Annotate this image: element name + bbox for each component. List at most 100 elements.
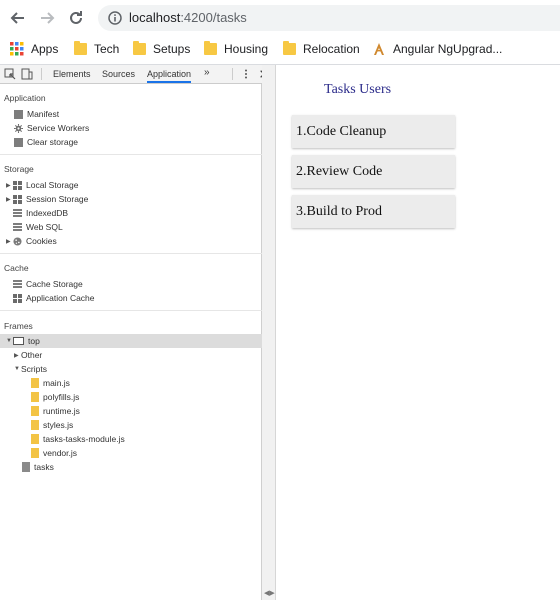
script-file-item[interactable]: styles.js: [31, 419, 73, 431]
sidebar-item-label: Scripts: [21, 364, 47, 374]
script-file-item[interactable]: main.js: [31, 377, 70, 389]
more-tabs-button[interactable]: »: [204, 67, 210, 78]
database-icon: [13, 208, 22, 218]
sidebar-item-cache-storage[interactable]: Cache Storage: [13, 278, 83, 290]
collapse-arrow-icon[interactable]: ▼: [14, 366, 21, 372]
section-divider: [0, 310, 262, 311]
info-icon[interactable]: [108, 11, 122, 25]
back-button[interactable]: [7, 7, 29, 29]
section-frames: Frames: [4, 321, 33, 331]
resize-arrows-icon: ◀▶: [264, 590, 275, 597]
sidebar-item-label: Cache Storage: [26, 279, 83, 289]
sidebar-item-other[interactable]: ▶ Other: [14, 349, 42, 361]
script-file-label: main.js: [43, 378, 70, 388]
gear-icon: [14, 123, 23, 133]
script-file-label: styles.js: [43, 420, 74, 430]
script-file-item[interactable]: runtime.js: [31, 405, 80, 417]
url-text: localhost:4200/tasks: [129, 10, 247, 25]
devtools-resize-gutter[interactable]: ◀▶: [262, 65, 276, 600]
table-grid-icon: [13, 194, 22, 204]
table-grid-icon: [13, 180, 22, 190]
document-icon: [14, 109, 23, 119]
folder-icon: [133, 41, 146, 55]
sidebar-item-label: Service Workers: [27, 123, 90, 133]
section-storage: Storage: [4, 164, 34, 174]
sidebar-item-label: tasks: [34, 462, 54, 472]
inspect-element-icon[interactable]: [4, 68, 16, 80]
tab-elements[interactable]: Elements: [53, 69, 91, 79]
frame-icon: [13, 337, 24, 345]
page-viewport: Tasks Users 1.Code Cleanup 2.Review Code…: [277, 65, 560, 600]
arrow-right-icon: [41, 12, 55, 24]
url-path: :4200/tasks: [180, 10, 247, 25]
task-card[interactable]: 3.Build to Prod: [292, 195, 455, 228]
expand-arrow-icon[interactable]: ▶: [6, 182, 13, 189]
sidebar-item-scripts[interactable]: ▼ Scripts: [14, 363, 47, 375]
sidebar-item-label: Application Cache: [26, 293, 95, 303]
expand-arrow-icon[interactable]: ▶: [14, 352, 21, 359]
file-icon: [31, 378, 39, 388]
tabbar-divider: [41, 68, 42, 80]
reload-button[interactable]: [65, 7, 87, 29]
devtools-tabbar: Elements Sources Application »: [0, 65, 268, 84]
sidebar-item-tasks-page[interactable]: tasks: [22, 461, 54, 473]
browser-toolbar: localhost:4200/tasks: [0, 0, 560, 36]
script-file-item[interactable]: tasks-tasks-module.js: [31, 433, 125, 445]
sidebar-item-top-frame[interactable]: ▼ top: [6, 335, 40, 347]
bookmark-relocation[interactable]: Relocation: [283, 40, 360, 58]
sidebar-item-label: IndexedDB: [26, 208, 69, 218]
trash-icon: [14, 137, 23, 147]
arrow-left-icon: [10, 12, 24, 24]
angular-page-icon: [374, 43, 384, 55]
sidebar-item-local-storage[interactable]: ▶ Local Storage: [6, 179, 78, 191]
sidebar-item-label: Local Storage: [26, 180, 79, 190]
bookmark-tech[interactable]: Tech: [74, 40, 119, 58]
file-icon: [31, 448, 39, 458]
task-card[interactable]: 1.Code Cleanup: [292, 115, 455, 148]
bookmarks-bar: Apps Tech Setups Housing Relocation Angu…: [0, 36, 560, 62]
expand-arrow-icon[interactable]: ▶: [6, 196, 13, 203]
device-toolbar-icon[interactable]: [21, 68, 33, 80]
tabbar-divider: [232, 68, 233, 80]
bookmark-angular[interactable]: Angular NgUpgrad...: [372, 40, 502, 58]
sidebar-item-label: Clear storage: [27, 137, 79, 147]
sidebar-item-indexeddb[interactable]: IndexedDB: [13, 207, 68, 219]
bookmark-setups[interactable]: Setups: [133, 40, 190, 58]
apps-grid-icon: [10, 42, 24, 56]
devtools-panel: Elements Sources Application » Applicati…: [0, 65, 268, 600]
task-card[interactable]: 2.Review Code: [292, 155, 455, 188]
script-file-item[interactable]: vendor.js: [31, 447, 77, 459]
section-cache: Cache: [4, 263, 29, 273]
table-grid-icon: [13, 293, 22, 303]
bookmark-label: Apps: [31, 42, 59, 56]
bookmark-label: Relocation: [303, 42, 360, 56]
bookmark-housing[interactable]: Housing: [204, 40, 268, 58]
sidebar-item-service-workers[interactable]: Service Workers: [14, 122, 89, 134]
bookmark-label: Housing: [224, 42, 269, 56]
tab-application[interactable]: Application: [147, 69, 192, 83]
tab-sources[interactable]: Sources: [102, 69, 135, 79]
bookmark-label: Angular NgUpgrad...: [393, 42, 503, 56]
script-file-label: vendor.js: [43, 448, 78, 458]
address-bar[interactable]: localhost:4200/tasks: [98, 5, 560, 31]
folder-icon: [204, 41, 217, 55]
bookmark-apps[interactable]: Apps: [10, 40, 58, 58]
document-icon: [22, 462, 30, 472]
sidebar-item-web-sql[interactable]: Web SQL: [13, 221, 63, 233]
sidebar-item-label: Cookies: [26, 236, 57, 246]
sidebar-item-application-cache[interactable]: Application Cache: [13, 292, 95, 304]
sidebar-item-label: Other: [21, 350, 43, 360]
script-file-item[interactable]: polyfills.js: [31, 391, 79, 403]
more-options-icon[interactable]: [240, 68, 252, 80]
section-divider: [0, 154, 262, 155]
script-file-label: runtime.js: [43, 406, 80, 416]
sidebar-item-manifest[interactable]: Manifest: [14, 108, 59, 120]
cookie-icon: [13, 236, 22, 246]
sidebar-item-clear-storage[interactable]: Clear storage: [14, 136, 78, 148]
sidebar-item-label: Web SQL: [26, 222, 63, 232]
sidebar-item-session-storage[interactable]: ▶ Session Storage: [6, 193, 88, 205]
sidebar-item-cookies[interactable]: ▶ Cookies: [6, 235, 57, 247]
expand-arrow-icon[interactable]: ▶: [6, 238, 13, 245]
collapse-arrow-icon[interactable]: ▼: [6, 338, 13, 344]
forward-button[interactable]: [36, 7, 58, 29]
